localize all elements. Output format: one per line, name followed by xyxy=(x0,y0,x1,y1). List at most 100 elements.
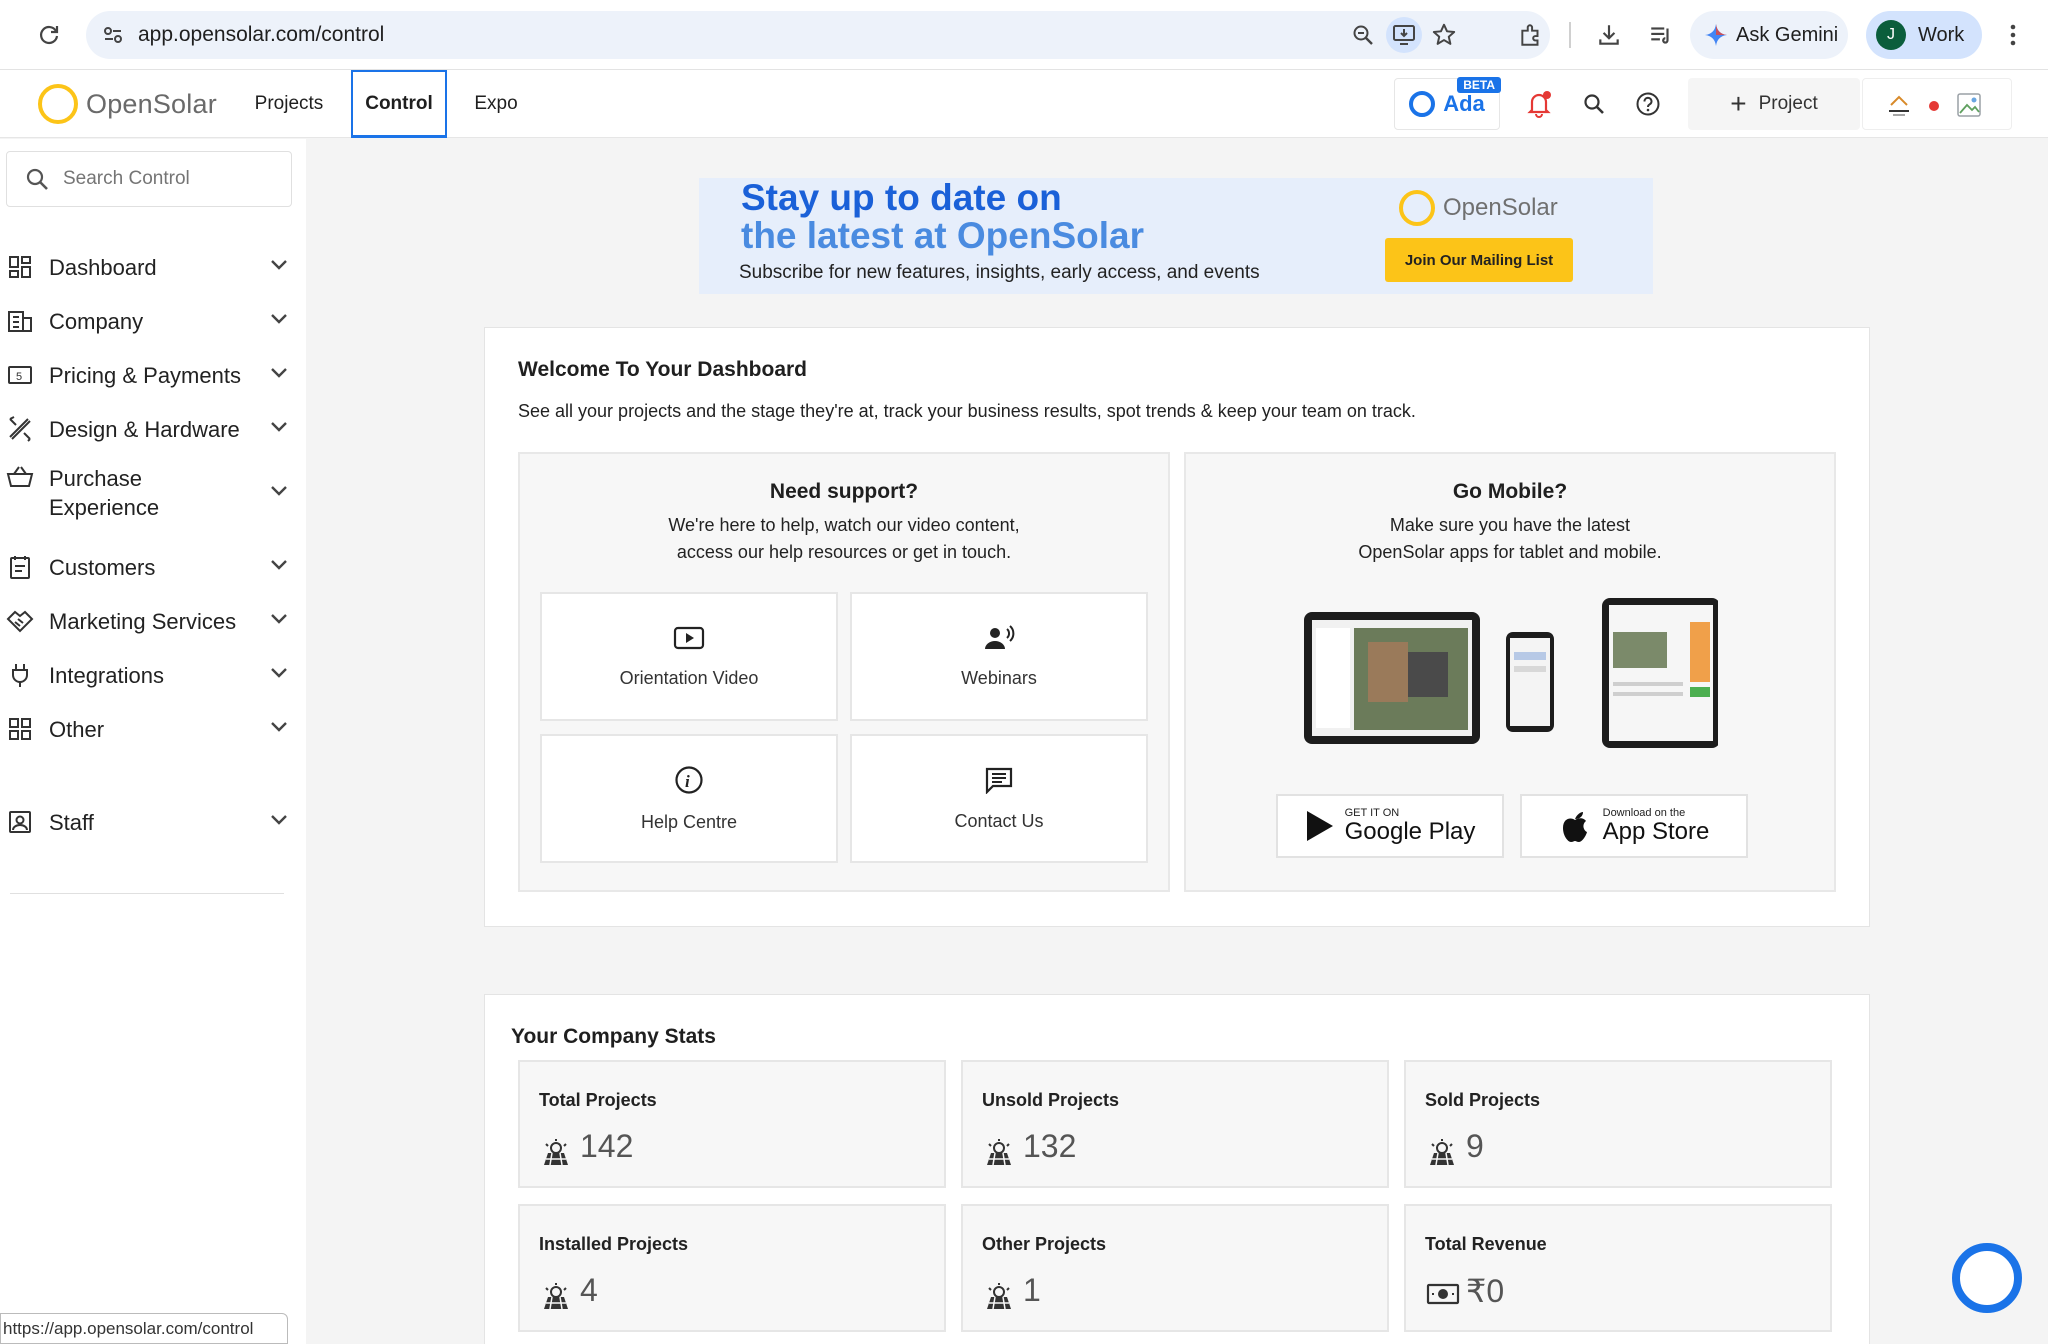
address-bar[interactable]: app.opensolar.com/control xyxy=(86,11,1550,59)
chevron-down-icon xyxy=(270,420,288,438)
browser-menu-icon[interactable] xyxy=(1992,14,2034,56)
app-store-button[interactable]: Download on the App Store xyxy=(1520,794,1748,858)
opensolar-logo[interactable]: OpenSolar xyxy=(38,84,217,124)
basket-icon xyxy=(0,457,40,497)
stat-value: 132 xyxy=(1023,1128,1077,1164)
extensions-icon[interactable] xyxy=(1510,14,1552,56)
mobile-apps-panel: Go Mobile? Make sure you have the latest… xyxy=(1184,452,1836,892)
url-text[interactable]: app.opensolar.com/control xyxy=(138,23,384,47)
devices-illustration xyxy=(1298,592,1720,777)
status-bar-url: https://app.opensolar.com/control xyxy=(0,1313,288,1344)
company-icon xyxy=(0,301,40,341)
grid-icon xyxy=(0,709,40,749)
sidebar-item-company[interactable]: Company xyxy=(0,291,300,351)
search-icon[interactable] xyxy=(1578,88,1610,120)
stat-total-revenue[interactable]: Total Revenue ₹0 xyxy=(1404,1204,1832,1332)
site-settings-icon[interactable] xyxy=(102,24,124,46)
welcome-card: Welcome To Your Dashboard See all your p… xyxy=(484,327,1870,927)
support-description: We're here to help, watch our video cont… xyxy=(520,512,1168,566)
ada-assistant-button[interactable]: Ada BETA xyxy=(1394,77,1501,130)
help-centre-tile[interactable]: i Help Centre xyxy=(540,734,838,863)
plug-icon xyxy=(0,655,40,695)
sidebar-item-dashboard[interactable]: Dashboard xyxy=(0,237,300,297)
sidebar-item-label: Pricing & Payments xyxy=(49,362,241,388)
orientation-video-label: Orientation Video xyxy=(619,667,759,688)
webinars-tile[interactable]: Webinars xyxy=(850,592,1148,721)
handshake-icon xyxy=(0,601,40,641)
reading-list-icon[interactable] xyxy=(1640,14,1682,56)
org-logo-icon xyxy=(1885,93,1913,122)
sidebar-item-label: Company xyxy=(49,308,144,334)
sidebar-item-marketing-services[interactable]: Marketing Services xyxy=(0,591,300,651)
notifications-bell-icon[interactable] xyxy=(1523,88,1555,120)
solar-panel-icon xyxy=(540,1282,572,1315)
sidebar-item-label: Purchase Experience xyxy=(49,466,160,520)
beta-badge: BETA xyxy=(1457,77,1501,93)
new-project-label: Project xyxy=(1758,93,1818,114)
search-control-input[interactable] xyxy=(63,168,263,190)
sidebar-item-other[interactable]: Other xyxy=(0,699,300,759)
mobile-line-1: Make sure you have the latest xyxy=(1389,515,1631,535)
bookmark-star-icon[interactable] xyxy=(1431,22,1457,53)
sun-logo-icon xyxy=(38,84,78,124)
tab-control[interactable]: Control xyxy=(351,70,447,138)
banner-subtitle: Subscribe for new features, insights, ea… xyxy=(739,262,1260,283)
google-play-icon xyxy=(1305,809,1335,843)
stat-label: Total Projects xyxy=(539,1090,657,1110)
sidebar-item-pricing-payments[interactable]: 5 Pricing & Payments xyxy=(0,345,300,405)
sidebar-item-purchase-experience[interactable]: Purchase Experience xyxy=(0,455,300,531)
stat-sold-projects[interactable]: Sold Projects 9 xyxy=(1404,1060,1832,1188)
zoom-icon[interactable] xyxy=(1351,23,1375,52)
browser-profile-button[interactable]: J Work xyxy=(1866,11,1982,59)
chevron-down-icon xyxy=(270,366,288,384)
sidebar-item-label: Integrations xyxy=(49,662,164,688)
tab-expo[interactable]: Expo xyxy=(464,70,528,138)
solar-panel-icon xyxy=(1426,1138,1458,1171)
sidebar-item-staff[interactable]: Staff xyxy=(0,792,300,852)
solar-panel-icon xyxy=(983,1138,1015,1171)
info-icon: i xyxy=(674,765,704,800)
search-control-box[interactable] xyxy=(6,151,292,207)
downloads-icon[interactable] xyxy=(1588,14,1630,56)
support-panel: Need support? We're here to help, watch … xyxy=(518,452,1170,892)
svg-text:5: 5 xyxy=(16,371,22,383)
webinar-icon xyxy=(983,624,1015,656)
stat-other-projects[interactable]: Other Projects 1 xyxy=(961,1204,1389,1332)
support-line-1: We're here to help, watch our video cont… xyxy=(668,515,1020,535)
help-centre-label: Help Centre xyxy=(640,811,738,832)
new-project-button[interactable]: + Project xyxy=(1688,78,1860,130)
ask-gemini-button[interactable]: Ask Gemini xyxy=(1690,11,1848,59)
ada-label: Ada xyxy=(1443,91,1485,116)
chat-help-button[interactable] xyxy=(1952,1243,2022,1313)
chevron-down-icon xyxy=(270,666,288,684)
install-app-icon[interactable] xyxy=(1386,17,1422,53)
join-mailing-list-button[interactable]: Join Our Mailing List xyxy=(1385,238,1573,282)
staff-icon xyxy=(0,802,40,842)
orientation-video-tile[interactable]: Orientation Video xyxy=(540,592,838,721)
user-avatar[interactable] xyxy=(1955,91,1983,124)
chevron-down-icon xyxy=(270,484,288,502)
svg-text:i: i xyxy=(685,772,690,791)
tab-projects[interactable]: Projects xyxy=(244,70,334,138)
account-menu[interactable] xyxy=(1862,78,2012,130)
google-play-button[interactable]: GET IT ON Google Play xyxy=(1276,794,1504,858)
banner-logo-text: OpenSolar xyxy=(1443,194,1558,221)
company-stats-card: Your Company Stats Total Projects 142 Un… xyxy=(484,994,1870,1344)
stat-total-projects[interactable]: Total Projects 142 xyxy=(518,1060,946,1188)
stat-value: 9 xyxy=(1466,1128,1484,1164)
sidebar-item-customers[interactable]: Customers xyxy=(0,537,300,597)
contact-us-tile[interactable]: Contact Us xyxy=(850,734,1148,863)
help-question-icon[interactable] xyxy=(1632,88,1664,120)
solar-panel-icon xyxy=(983,1282,1015,1315)
design-icon xyxy=(0,409,40,449)
stat-unsold-projects[interactable]: Unsold Projects 132 xyxy=(961,1060,1389,1188)
stat-installed-projects[interactable]: Installed Projects 4 xyxy=(518,1204,946,1332)
pricing-icon: 5 xyxy=(0,355,40,395)
sidebar-item-integrations[interactable]: Integrations xyxy=(0,645,300,705)
gemini-sparkle-icon xyxy=(1704,23,1728,47)
reload-icon[interactable] xyxy=(28,14,70,56)
dashboard-icon xyxy=(0,247,40,287)
sidebar-item-design-hardware[interactable]: Design & Hardware xyxy=(0,399,300,459)
stat-value: 1 xyxy=(1023,1272,1041,1308)
sidebar-item-label: Design & Hardware xyxy=(49,416,240,442)
